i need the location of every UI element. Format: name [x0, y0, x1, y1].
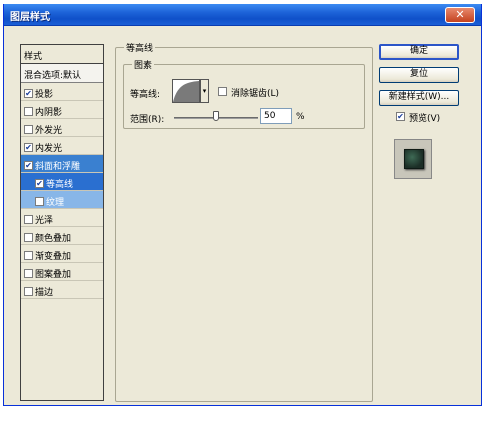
style-item-checkbox[interactable] — [24, 106, 33, 116]
range-label: 范围(R): — [130, 115, 165, 125]
title-bar[interactable]: 图层样式 ✕ — [4, 4, 481, 26]
style-item-label: 内阴影 — [35, 107, 63, 118]
style-list: 样式 混合选项:默认 ✔ 投影 内阴影 外发光 ✔ 内发光 ✔ 斜面和浮雕 ✔ 等高线 纹理 光泽 颜色… — [20, 44, 104, 401]
style-item-checkbox[interactable] — [24, 214, 33, 224]
contour-group: 等高线 图素 等高线: ▾ 消除锯齿(L) 范围(R): 50 % — [115, 41, 373, 402]
preview-checkbox[interactable]: ✔ — [396, 112, 405, 121]
contour-dropdown-icon[interactable]: ▾ — [200, 79, 209, 103]
styles-header[interactable]: 样式 — [21, 45, 103, 64]
antialias-label: 消除锯齿(L) — [231, 89, 280, 99]
style-item-7[interactable]: 光泽 — [21, 209, 103, 227]
blending-options-item[interactable]: 混合选项:默认 — [21, 64, 103, 83]
style-item-label: 渐变叠加 — [35, 251, 72, 262]
contour-label: 等高线: — [130, 90, 161, 100]
layer-style-dialog: 图层样式 ✕ 样式 混合选项:默认 ✔ 投影 内阴影 外发光 ✔ 内发光 ✔ 斜面和浮雕 ✔ 等高… — [3, 4, 482, 406]
style-preview — [394, 139, 432, 179]
window-title: 图层样式 — [10, 12, 50, 23]
style-item-0[interactable]: ✔ 投影 — [21, 83, 103, 101]
style-item-label: 图案叠加 — [35, 269, 72, 280]
style-item-checkbox[interactable] — [24, 232, 33, 242]
style-item-checkbox[interactable]: ✔ — [35, 178, 44, 188]
style-item-label: 光泽 — [35, 215, 54, 226]
style-item-2[interactable]: 外发光 — [21, 119, 103, 137]
style-item-checkbox[interactable]: ✔ — [24, 142, 33, 152]
elements-group: 图素 等高线: ▾ 消除锯齿(L) 范围(R): 50 % — [123, 58, 365, 129]
range-slider-thumb[interactable] — [213, 111, 219, 121]
range-unit: % — [296, 112, 305, 122]
style-item-label: 描边 — [35, 287, 54, 298]
style-item-label: 颜色叠加 — [35, 233, 72, 244]
antialias-checkbox[interactable] — [218, 87, 227, 96]
reset-button[interactable]: 复位 — [379, 67, 459, 83]
contour-preview[interactable] — [172, 79, 200, 103]
style-item-1[interactable]: 内阴影 — [21, 101, 103, 119]
style-item-checkbox[interactable]: ✔ — [24, 160, 33, 170]
contour-curve-icon — [173, 80, 199, 102]
range-input[interactable]: 50 — [260, 108, 292, 124]
style-item-9[interactable]: 渐变叠加 — [21, 245, 103, 263]
style-item-label: 内发光 — [35, 143, 63, 154]
contour-group-title: 等高线 — [124, 41, 156, 54]
style-item-checkbox[interactable] — [24, 268, 33, 278]
style-item-checkbox[interactable] — [35, 196, 44, 206]
close-icon[interactable]: ✕ — [445, 7, 475, 23]
style-item-label: 投影 — [35, 89, 54, 100]
style-item-checkbox[interactable] — [24, 286, 33, 296]
canvas: 图层样式 ✕ 样式 混合选项:默认 ✔ 投影 内阴影 外发光 ✔ 内发光 ✔ 斜面和浮雕 ✔ 等高… — [0, 0, 487, 434]
style-item-label: 等高线 — [46, 179, 74, 190]
style-item-11[interactable]: 描边 — [21, 281, 103, 299]
style-item-label: 纹理 — [46, 197, 65, 208]
style-item-8[interactable]: 颜色叠加 — [21, 227, 103, 245]
preview-swatch — [404, 149, 424, 169]
style-item-4[interactable]: ✔ 斜面和浮雕 — [21, 155, 103, 173]
style-item-6[interactable]: 纹理 — [21, 191, 103, 209]
preview-label: 预览(V) — [409, 114, 441, 124]
ok-button[interactable]: 确定 — [379, 44, 459, 60]
style-item-checkbox[interactable] — [24, 250, 33, 260]
style-item-checkbox[interactable]: ✔ — [24, 88, 33, 98]
new-style-button[interactable]: 新建样式(W)... — [379, 90, 459, 106]
style-item-5[interactable]: ✔ 等高线 — [21, 173, 103, 191]
style-item-label: 外发光 — [35, 125, 63, 136]
style-item-10[interactable]: 图案叠加 — [21, 263, 103, 281]
elements-group-title: 图素 — [132, 58, 155, 71]
style-item-3[interactable]: ✔ 内发光 — [21, 137, 103, 155]
style-item-label: 斜面和浮雕 — [35, 161, 81, 172]
style-item-checkbox[interactable] — [24, 124, 33, 134]
